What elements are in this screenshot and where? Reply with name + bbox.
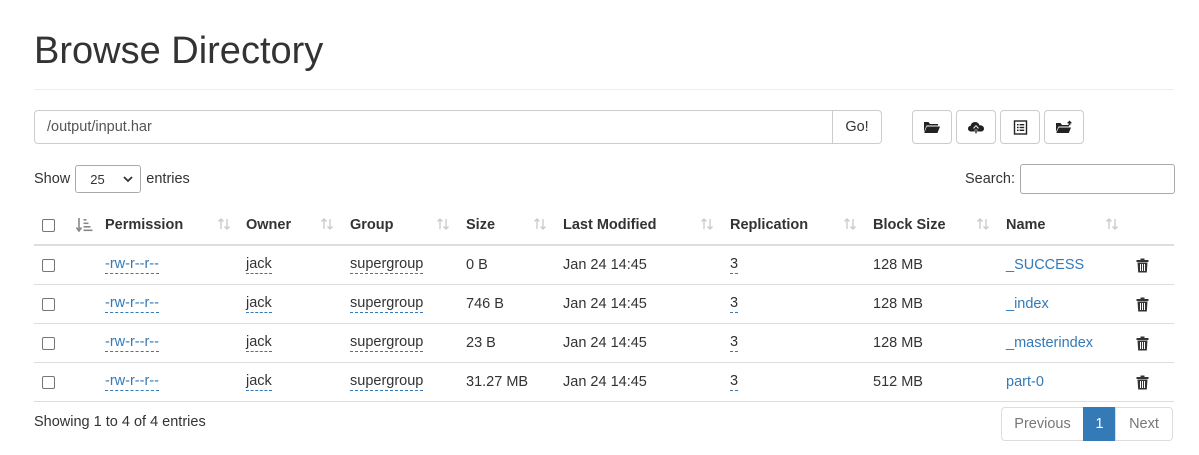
table-header-row: Permission Owner Group Size Last Modifie… [34,206,1174,246]
trash-icon [1136,297,1149,311]
sort-both-icon [218,218,230,230]
select-all-checkbox[interactable] [42,218,55,232]
sort-both-icon [321,218,333,230]
column-header-owner[interactable]: Owner [246,206,291,244]
pagination: Previous 1 Next [1001,407,1173,441]
permission-link[interactable]: -rw-r--r-- [105,373,159,391]
file-name-link[interactable]: _SUCCESS [1006,246,1084,284]
size-cell: 0 B [466,257,488,273]
upload-files-button[interactable] [956,110,996,144]
column-header-name[interactable]: Name [1006,206,1046,244]
page-1-button[interactable]: 1 [1083,407,1116,441]
trash-icon [1136,336,1149,350]
entries-length-control: Show 25 entries [34,165,190,193]
group-link[interactable]: supergroup [350,373,424,391]
path-bar: Go! [34,110,882,144]
permission-link[interactable]: -rw-r--r-- [105,295,159,313]
folder-open-icon [924,122,940,133]
last-modified-cell: Jan 24 14:45 [563,296,647,312]
create-directory-button[interactable] [912,110,952,144]
column-header-size[interactable]: Size [466,206,495,244]
permission-link[interactable]: -rw-r--r-- [105,334,159,352]
block-size-cell: 512 MB [873,374,923,390]
owner-link[interactable]: jack [246,373,272,391]
sort-both-icon [701,218,713,230]
entries-per-page-value: 25 [90,171,105,187]
column-header-block-size[interactable]: Block Size [873,206,946,244]
row-select-checkbox[interactable] [42,375,55,389]
group-link[interactable]: supergroup [350,256,424,274]
file-name-link[interactable]: part-0 [1006,363,1044,401]
page-title: Browse Directory [34,30,324,72]
entries-per-page-select[interactable]: 25 [75,165,142,193]
table-info: Showing 1 to 4 of 4 entries [34,414,206,430]
select-all-cell [42,206,55,244]
sort-both-icon [534,218,546,230]
trash-icon [1136,375,1149,389]
column-header-group[interactable]: Group [350,206,394,244]
delete-button[interactable] [1136,363,1149,401]
next-page-button[interactable]: Next [1115,407,1173,441]
group-link[interactable]: supergroup [350,334,424,352]
show-label: Show [34,171,71,187]
list-alt-icon [1013,119,1027,135]
search-label: Search: [965,171,1015,187]
replication-link[interactable]: 3 [730,256,739,274]
column-header-permission[interactable]: Permission [105,206,183,244]
path-input[interactable] [34,110,833,144]
block-size-cell: 128 MB [873,257,923,273]
replication-link[interactable]: 3 [730,295,739,313]
size-cell: 31.27 MB [466,374,529,390]
last-modified-cell: Jan 24 14:45 [563,374,647,390]
last-modified-cell: Jan 24 14:45 [563,257,647,273]
column-header-last-modified[interactable]: Last Modified [563,206,656,244]
size-cell: 23 B [466,335,496,351]
table-row: -rw-r--r-- jack supergroup 0 B Jan 24 14… [34,246,1174,285]
owner-link[interactable]: jack [246,334,272,352]
go-button[interactable]: Go! [833,110,882,144]
sort-both-icon [844,218,856,230]
delete-button[interactable] [1136,246,1149,284]
block-size-cell: 128 MB [873,335,923,351]
table-row: -rw-r--r-- jack supergroup 746 B Jan 24 … [34,285,1174,324]
previous-page-button[interactable]: Previous [1001,407,1084,441]
row-select-checkbox[interactable] [42,258,55,272]
sort-both-icon [437,218,449,230]
sort-both-icon [1106,218,1118,230]
permission-link[interactable]: -rw-r--r-- [105,256,159,274]
replication-link[interactable]: 3 [730,373,739,391]
owner-link[interactable]: jack [246,256,272,274]
chevron-down-icon [123,176,133,183]
owner-link[interactable]: jack [246,295,272,313]
block-size-cell: 128 MB [873,296,923,312]
title-divider [34,89,1174,90]
sort-both-icon [977,218,989,230]
directory-table: Permission Owner Group Size Last Modifie… [34,206,1174,402]
row-select-checkbox[interactable] [42,336,55,350]
cut-paste-button[interactable] [1000,110,1040,144]
delete-button[interactable] [1136,324,1149,362]
file-name-link[interactable]: _index [1006,285,1049,323]
trash-icon [1136,258,1149,272]
cloud-upload-icon [968,121,984,134]
search-input[interactable] [1019,164,1175,194]
row-select-checkbox[interactable] [42,297,55,311]
column-header-replication[interactable]: Replication [730,206,808,244]
folder-upload-icon [1056,120,1073,133]
entries-label: entries [146,171,190,187]
table-row: -rw-r--r-- jack supergroup 23 B Jan 24 1… [34,324,1174,363]
move-files-button[interactable] [1044,110,1084,144]
size-cell: 746 B [466,296,504,312]
file-name-link[interactable]: _masterindex [1006,324,1093,362]
last-modified-cell: Jan 24 14:45 [563,335,647,351]
table-row: -rw-r--r-- jack supergroup 31.27 MB Jan … [34,363,1174,402]
table-search: Search: [965,164,1175,194]
replication-link[interactable]: 3 [730,334,739,352]
sort-ascending-icon[interactable] [75,217,93,233]
group-link[interactable]: supergroup [350,295,424,313]
delete-button[interactable] [1136,285,1149,323]
